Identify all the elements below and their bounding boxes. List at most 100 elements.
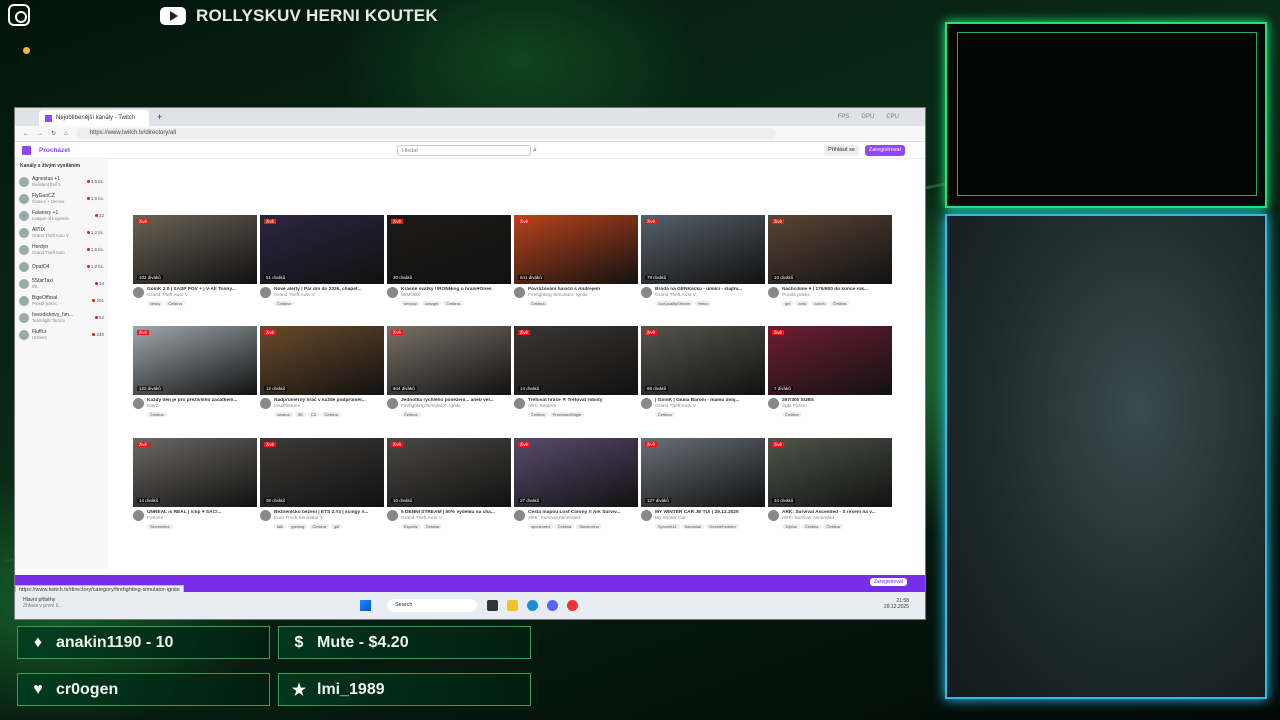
tag[interactable]: Čeština [274, 301, 294, 306]
file-explorer-icon[interactable] [507, 600, 518, 611]
stream-thumbnail[interactable]: živě 30 diváků [387, 215, 511, 284]
chrome-icon[interactable] [567, 600, 578, 611]
stream-card[interactable]: živě 30 diváků Krásné svátky !!RONHing u… [387, 215, 511, 306]
stream-thumbnail[interactable]: živě 127 diváků [641, 438, 765, 507]
tag[interactable]: Slovenčina [576, 524, 602, 529]
tag[interactable]: Čeština [801, 524, 822, 529]
sidebar-channel[interactable]: hvezdickovy_hm... Teamfight Tactics 52 [15, 309, 108, 326]
avatar[interactable] [387, 398, 398, 409]
stream-card[interactable]: živě 14 diváků Trefovat hráče ✕ Trefovat… [514, 326, 638, 417]
tag[interactable]: Čeština [528, 301, 548, 306]
stream-card[interactable]: živě 38 diváků Bežneníčko bežení | ETS 2… [260, 438, 384, 529]
avatar[interactable] [260, 398, 271, 409]
login-button[interactable]: Přihlásit se [824, 145, 859, 156]
tag[interactable]: Čeština [823, 524, 843, 529]
tag[interactable]: Čeština [309, 524, 329, 529]
sidebar-channel[interactable]: 5StarTaxi IRL 34 [15, 275, 108, 292]
tag[interactable]: Čeština [321, 412, 341, 417]
avatar[interactable] [260, 287, 271, 298]
tag[interactable]: Čeština [165, 301, 185, 306]
stream-thumbnail[interactable]: živě 38 diváků [260, 438, 384, 507]
refresh-icon[interactable]: ↻ [51, 130, 56, 137]
tag[interactable]: kenpay [401, 301, 420, 306]
browse-link[interactable]: Procházet [39, 147, 70, 154]
tag[interactable]: ProvinnedOrigin [549, 412, 585, 417]
avatar[interactable] [514, 287, 525, 298]
stream-card[interactable]: živě 12 diváků Nadprůměrný hráč v každé … [260, 326, 384, 417]
avatar[interactable] [387, 510, 398, 521]
stream-category[interactable]: Firefighting Simulator: Ignite [401, 404, 511, 410]
tag[interactable]: 1opQualityStream [655, 301, 694, 306]
stream-thumbnail[interactable]: živě 24 diváků [768, 438, 892, 507]
stream-category[interactable]: Grand Theft Auto V [274, 293, 384, 299]
avatar[interactable] [387, 287, 398, 298]
avatar[interactable] [641, 398, 652, 409]
tag[interactable]: Čeština [528, 412, 548, 417]
search-icon[interactable]: ⌕ [533, 145, 543, 156]
tag[interactable]: czech [811, 301, 828, 306]
stream-thumbnail[interactable]: živě 14 diváků [514, 326, 638, 395]
stream-card[interactable]: živě 127 diváků MY WINTER CAR JE TU! | 2… [641, 438, 765, 529]
stream-card[interactable]: živě 88 diváků | GomK | Giulia Baroni - … [641, 326, 765, 417]
avatar[interactable] [514, 510, 525, 521]
sidebar-channel[interactable]: Herdyn Grand Theft Auto 1,6 tis. [15, 241, 108, 258]
task-view-icon[interactable] [487, 600, 498, 611]
stream-category[interactable]: Split Fiction [782, 404, 892, 410]
stream-card[interactable]: živě 844 diváků Jednotka rychlého poseze… [387, 326, 511, 417]
stream-category[interactable]: ARK: Survival Ascended [528, 516, 638, 522]
tag[interactable]: SK [294, 412, 307, 417]
tag[interactable]: Čeština [422, 524, 443, 529]
stream-thumbnail[interactable]: živě 7 diváků [768, 326, 892, 395]
stream-category[interactable]: Euro Truck Simulator 2 [274, 516, 384, 522]
stream-category[interactable]: Hearthstone [274, 404, 384, 410]
stream-category[interactable]: DayZ [147, 404, 257, 410]
new-tab-icon[interactable]: + [157, 112, 162, 122]
avatar[interactable] [133, 287, 144, 298]
stream-category[interactable]: Firefighting Simulator: Ignite [528, 293, 638, 299]
avatar[interactable] [641, 287, 652, 298]
avatar[interactable] [260, 510, 271, 521]
tag[interactable]: Čeština [443, 301, 463, 306]
tag[interactable]: Hefco [695, 301, 712, 306]
stream-category[interactable]: Grand Theft Auto V [655, 293, 765, 299]
sidebar-channel[interactable]: Fluffcz Unheim 240 [15, 326, 108, 343]
tag[interactable]: Čeština [147, 412, 167, 417]
edge-icon[interactable] [527, 600, 538, 611]
sidebar-channel[interactable]: Agnestus +1 Resident Evil 5 3,5 tis. [15, 173, 108, 190]
avatar[interactable] [133, 398, 144, 409]
stream-card[interactable]: živě 27 diváků Cesta mapou Lost Colony !… [514, 438, 638, 529]
discord-icon[interactable] [547, 600, 558, 611]
stream-card[interactable]: živě 123 diváků Každý den je pro přeživš… [133, 326, 257, 417]
stream-card[interactable]: živě 7 diváků 267/300 SUBS Split Fiction… [768, 326, 892, 417]
tag[interactable]: girl [782, 301, 794, 306]
home-icon[interactable]: ⌂ [64, 131, 68, 137]
stream-category[interactable]: Grand Theft Auto V [655, 404, 765, 410]
stream-category[interactable]: Grand Theft Auto V [147, 293, 257, 299]
signup-button[interactable]: Zaregistrovat [864, 145, 905, 156]
stream-category[interactable]: Grand Theft Auto V [401, 516, 511, 522]
tag[interactable]: CZ [308, 412, 320, 417]
sidebar-channel[interactable]: BigeOfficial Prostě pokec 201 [15, 292, 108, 309]
tag[interactable]: Čeština [655, 412, 675, 417]
avatar[interactable] [768, 398, 779, 409]
stream-thumbnail[interactable]: živě 51 diváků [260, 215, 384, 284]
tag[interactable]: Čeština [554, 524, 575, 529]
tag[interactable]: GoesteFarteen [706, 524, 739, 529]
stream-card[interactable]: živě 24 diváků ARK: Survival Ascended - … [768, 438, 892, 529]
stream-category[interactable]: My Winter Car [655, 516, 765, 522]
forward-icon[interactable]: → [37, 131, 43, 137]
tag[interactable]: Čeština [829, 301, 850, 306]
stream-card[interactable]: živě 79 diváků Brodá na GENKáčku - umííc… [641, 215, 765, 306]
stream-category[interactable]: Fortnite [147, 516, 257, 522]
browser-tab[interactable]: Nejoblíbenější kanály - Twitch [39, 110, 149, 126]
stream-thumbnail[interactable]: živě 641 diváků [514, 215, 638, 284]
stream-category[interactable]: Prostě pokec [782, 293, 892, 299]
stream-card[interactable]: živě 14 diváků UNREAL is REAL | !clip ♥ … [133, 438, 257, 529]
stream-thumbnail[interactable]: živě 14 diváků [133, 438, 257, 507]
sidebar-channel[interactable]: FlyGunCZ Games + Demos 1,9 tis. [15, 190, 108, 207]
clock[interactable]: 21:58 29.12.2025 [884, 598, 909, 610]
stream-category[interactable]: ARC Raiders [528, 404, 638, 410]
avatar[interactable] [514, 398, 525, 409]
sidebar-channel[interactable]: Falanxry +1 League of Legends 22 [15, 207, 108, 224]
url-field[interactable]: https://www.twitch.tv/directory/all [75, 128, 776, 139]
